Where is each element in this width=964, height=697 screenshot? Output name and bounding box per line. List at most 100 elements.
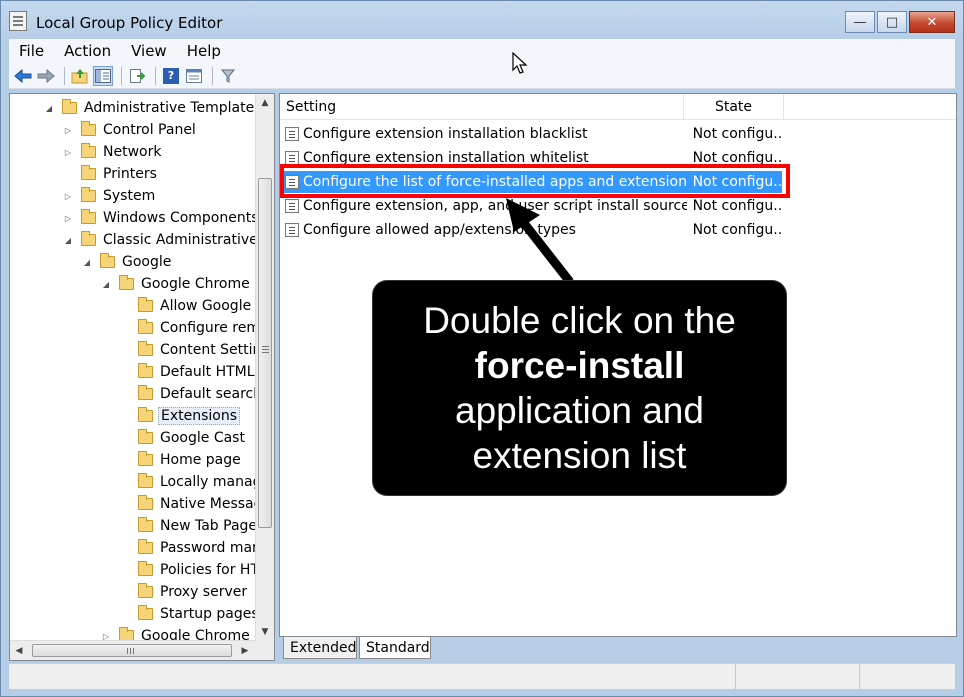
collapse-triangle-icon[interactable]: ▷ bbox=[63, 148, 73, 157]
policy-row[interactable]: Configure extension, app, and user scrip… bbox=[282, 195, 782, 217]
view-tabs: Extended Standard bbox=[279, 637, 679, 661]
tree-item[interactable]: Content Setting bbox=[120, 339, 256, 361]
tree-item[interactable]: Printers bbox=[63, 163, 159, 185]
tree-item-label: Configure remo bbox=[160, 320, 256, 336]
tree-item[interactable]: Policies for HTT bbox=[120, 559, 256, 581]
close-button[interactable]: ✕ bbox=[909, 11, 955, 33]
folder-icon bbox=[138, 429, 153, 444]
policy-row[interactable]: Configure the list of force-installed ap… bbox=[282, 171, 782, 193]
tree-item-label: Proxy server bbox=[160, 584, 248, 600]
tree-item[interactable]: ◢ Classic Administrative Te bbox=[63, 229, 256, 251]
tree-vertical-scrollbar[interactable]: ▲ ▼ bbox=[255, 94, 274, 640]
folder-icon bbox=[138, 495, 153, 510]
tree-item[interactable]: Startup pages bbox=[120, 603, 256, 625]
menu-file[interactable]: File bbox=[9, 42, 54, 60]
policy-row[interactable]: Configure extension installation whiteli… bbox=[282, 147, 782, 169]
policy-state: Not configu... bbox=[692, 174, 782, 190]
menu-view[interactable]: View bbox=[121, 42, 177, 60]
tab-standard[interactable]: Standard bbox=[359, 637, 431, 659]
column-header-setting[interactable]: Setting bbox=[280, 94, 684, 120]
help-glyph: ? bbox=[163, 67, 179, 84]
tree-item-label: Control Panel bbox=[103, 122, 196, 138]
menu-help[interactable]: Help bbox=[177, 42, 231, 60]
tree-item[interactable]: Locally manage bbox=[120, 471, 256, 493]
forward-arrow-icon[interactable] bbox=[36, 66, 56, 86]
tree-item[interactable]: ▷ System bbox=[63, 185, 157, 207]
policy-setting-name: Configure the list of force-installed ap… bbox=[303, 174, 687, 190]
tree-item[interactable]: Default HTML r bbox=[120, 361, 256, 383]
up-folder-icon[interactable] bbox=[70, 66, 90, 86]
tree-item[interactable]: Password mana bbox=[120, 537, 256, 559]
scroll-corner bbox=[255, 640, 274, 660]
scroll-thumb[interactable] bbox=[258, 178, 272, 528]
scroll-down-icon[interactable]: ▼ bbox=[256, 623, 274, 640]
show-hide-tree-icon[interactable] bbox=[93, 65, 113, 86]
tree-horizontal-scrollbar[interactable]: ◀ ▶ bbox=[10, 640, 256, 660]
instruction-callout: Double click on the force-install applic… bbox=[373, 281, 786, 495]
callout-line-2: force-install bbox=[474, 345, 685, 386]
callout-line-3: application and bbox=[455, 390, 704, 431]
folder-icon bbox=[81, 121, 96, 136]
policy-row[interactable]: Configure extension installation blackli… bbox=[282, 123, 782, 145]
folder-icon bbox=[138, 385, 153, 400]
filter-icon[interactable] bbox=[218, 66, 238, 86]
tree-item[interactable]: ◢ Google Chrome bbox=[101, 273, 252, 295]
minimize-button[interactable]: — bbox=[845, 11, 875, 33]
tree-item[interactable]: Google Cast bbox=[120, 427, 247, 449]
toolbar-separator bbox=[64, 66, 65, 85]
expand-triangle-icon[interactable]: ◢ bbox=[101, 280, 111, 289]
console-tree-pane: ◢ Administrative Templates ▷ Control Panel ▷… bbox=[9, 93, 275, 661]
properties-icon[interactable] bbox=[184, 66, 204, 86]
maximize-button[interactable]: □ bbox=[877, 11, 907, 33]
status-segment bbox=[859, 664, 860, 690]
window-controls: — □ ✕ bbox=[845, 11, 955, 33]
tree-item[interactable]: Configure remo bbox=[120, 317, 256, 339]
back-arrow-icon[interactable] bbox=[13, 66, 33, 86]
tree-item[interactable]: ▷ Google Chrome - I bbox=[101, 625, 256, 640]
column-header-state[interactable]: State bbox=[684, 94, 784, 120]
tree-item[interactable]: ▷ Windows Components bbox=[63, 207, 256, 229]
scroll-left-icon[interactable]: ◀ bbox=[10, 641, 28, 660]
scroll-up-icon[interactable]: ▲ bbox=[256, 94, 274, 111]
folder-icon bbox=[138, 561, 153, 576]
tree-item[interactable]: ▷ Control Panel bbox=[63, 119, 198, 141]
policy-setting-icon bbox=[285, 199, 299, 213]
menu-action[interactable]: Action bbox=[54, 42, 121, 60]
title-bar[interactable]: Local Group Policy Editor — □ ✕ bbox=[1, 1, 963, 39]
expand-triangle-icon[interactable]: ◢ bbox=[63, 236, 73, 245]
policy-setting-icon bbox=[285, 127, 299, 141]
collapse-triangle-icon[interactable]: ▷ bbox=[101, 632, 111, 641]
tree-item[interactable]: Proxy server bbox=[120, 581, 249, 603]
collapse-triangle-icon[interactable]: ▷ bbox=[63, 214, 73, 223]
tree-item[interactable]: Home page bbox=[120, 449, 243, 471]
scroll-thumb-horizontal[interactable] bbox=[32, 644, 232, 657]
tree-item-label: Default HTML r bbox=[160, 364, 256, 380]
tree-item-label: Default search p bbox=[160, 386, 256, 402]
tree-item[interactable]: ◢ Administrative Templates bbox=[44, 97, 256, 119]
folder-icon bbox=[62, 99, 77, 114]
tree-item[interactable]: Default search p bbox=[120, 383, 256, 405]
tree-item-label: Password mana bbox=[160, 540, 256, 556]
callout-line-4: extension list bbox=[472, 435, 687, 476]
export-list-icon[interactable] bbox=[127, 66, 147, 86]
tree-item[interactable]: New Tab Page bbox=[120, 515, 256, 537]
expand-triangle-icon[interactable]: ◢ bbox=[44, 104, 54, 113]
tree-item[interactable]: Allow Google C bbox=[120, 295, 256, 317]
expand-triangle-icon[interactable]: ◢ bbox=[82, 258, 92, 267]
tree-item[interactable]: Extensions bbox=[120, 405, 241, 427]
tree-item-label: Startup pages bbox=[160, 606, 256, 622]
tree-item[interactable]: ▷ Network bbox=[63, 141, 163, 163]
tree-item[interactable]: ◢ Google bbox=[82, 251, 173, 273]
collapse-triangle-icon[interactable]: ▷ bbox=[63, 126, 73, 135]
menu-bar: File Action View Help bbox=[9, 39, 955, 63]
console-tree: ◢ Administrative Templates ▷ Control Panel ▷… bbox=[10, 94, 256, 640]
collapse-triangle-icon[interactable]: ▷ bbox=[63, 192, 73, 201]
help-icon[interactable]: ? bbox=[161, 66, 181, 86]
tab-extended[interactable]: Extended bbox=[283, 637, 357, 659]
scroll-right-icon[interactable]: ▶ bbox=[236, 641, 254, 660]
tree-item-label: Allow Google C bbox=[160, 298, 256, 314]
policy-row[interactable]: Configure allowed app/extension types Not… bbox=[282, 219, 782, 241]
thumb-grip bbox=[262, 346, 269, 347]
tree-item[interactable]: Native Messagi bbox=[120, 493, 256, 515]
folder-icon bbox=[138, 605, 153, 620]
